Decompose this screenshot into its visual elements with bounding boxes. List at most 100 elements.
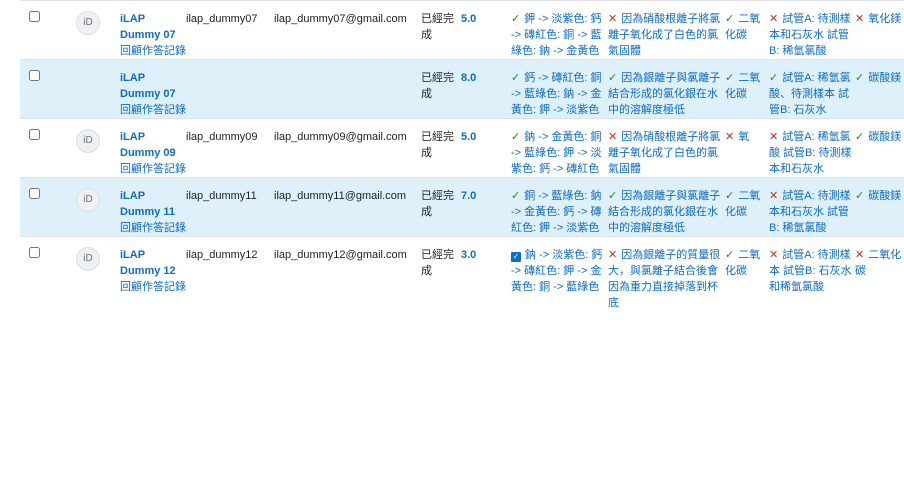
- response-link[interactable]: ✓ 鉀 -> 淡紫色: 鈣 -> 磚紅色: 銅 -> 藍綠色: 鈉 -> 金黃色: [511, 11, 604, 59]
- grade-link[interactable]: 3.0: [461, 249, 476, 261]
- response-text: 鈣 -> 磚紅色: 銅 -> 藍綠色: 鈉 -> 金黃色: 鉀 -> 淡紫色: [511, 72, 602, 116]
- response-link[interactable]: ✕ 因為銀離子的質量很大，與氯離子結合後會因為重力直接掉落到杯底: [608, 247, 721, 311]
- row-select-checkbox[interactable]: [29, 70, 40, 81]
- response-link[interactable]: ✕ 試管A: 待測樣本和石灰水 試管B: 稀氫氯酸: [769, 188, 855, 236]
- response-link[interactable]: ✕ 氧: [725, 129, 769, 145]
- check-icon: ✓: [725, 190, 735, 202]
- response-link[interactable]: ✕ 試管A: 稀氫氯酸 試管B: 待測樣本和石灰水: [769, 129, 855, 177]
- name-cell: iLAP Dummy 07 回顧作答記錄: [120, 59, 186, 119]
- row-select-checkbox[interactable]: [29, 188, 40, 199]
- avatar-cell: [64, 59, 120, 119]
- row-select-checkbox[interactable]: [29, 247, 40, 258]
- response-4-cell: ✕ 試管A: 待測樣本 試管B: 石灰水和稀氫氯酸: [769, 237, 855, 312]
- response-3-cell: ✓ 二氧化碳: [725, 177, 769, 237]
- responses-table-body: iD iLAP Dummy 07 回顧作答記錄 ilap_dummy07 ila…: [20, 0, 904, 312]
- checkbox-checked-icon: ✓: [511, 252, 521, 262]
- response-2-cell: ✓ 因為銀離子與氯離子 結合形成的氯化銀在水中的溶解度極低: [608, 177, 725, 237]
- response-link[interactable]: ✓ 銅 -> 藍綠色: 鈉 -> 金黃色: 鈣 -> 磚紅色: 鉀 -> 淡紫色: [511, 188, 604, 236]
- response-text: 碳酸鎂: [868, 72, 902, 84]
- email-cell: ilap_dummy12@gmail.com: [274, 249, 407, 261]
- response-link[interactable]: ✓ 鈉 -> 金黃色: 銅 -> 藍綠色: 鉀 -> 淡紫色: 鈣 -> 磚紅色: [511, 129, 604, 177]
- check-icon: ✓: [855, 131, 865, 143]
- cross-icon: ✕: [855, 13, 865, 25]
- user-name-link[interactable]: iLAP Dummy 12: [120, 247, 186, 279]
- check-icon: ✓: [511, 72, 521, 84]
- response-1-cell: ✓ 銅 -> 藍綠色: 鈉 -> 金黃色: 鈣 -> 磚紅色: 鉀 -> 淡紫色: [511, 177, 608, 237]
- response-link[interactable]: ✓ 因為銀離子與氯離子 結合形成的氯化銀在水中的溶解度極低: [608, 188, 721, 236]
- review-attempt-link[interactable]: 回顧作答記錄: [120, 43, 186, 59]
- select-cell: [20, 119, 64, 178]
- response-link[interactable]: ✓ 鈉 -> 淡紫色: 鈣 -> 磚紅色: 鉀 -> 金黃色: 銅 -> 藍綠色: [511, 247, 604, 295]
- state-cell: 已經完成: [421, 131, 454, 159]
- response-link[interactable]: ✓ 鈣 -> 磚紅色: 銅 -> 藍綠色: 鈉 -> 金黃色: 鉀 -> 淡紫色: [511, 70, 604, 118]
- table-row: iD iLAP Dummy 12 回顧作答記錄 ilap_dummy12 ila…: [20, 236, 904, 312]
- grade-link[interactable]: 5.0: [461, 131, 476, 143]
- response-link[interactable]: ✕ 試管A: 待測樣本和石灰水 試管B: 稀氫氯酸: [769, 11, 855, 59]
- grade-link[interactable]: 8.0: [461, 72, 476, 84]
- response-text: 試管A: 稀氫氯酸 試管B: 待測樣本和石灰水: [769, 131, 852, 175]
- user-name-link[interactable]: iLAP Dummy 09: [120, 129, 186, 161]
- response-link[interactable]: ✕ 試管A: 待測樣本 試管B: 石灰水和稀氫氯酸: [769, 247, 855, 295]
- avatar[interactable]: iD: [76, 247, 100, 271]
- response-4-cell: ✓ 試管A: 稀氫氯酸、待測樣本 試管B: 石灰水: [769, 59, 855, 119]
- table-row: iD iLAP Dummy 11 回顧作答記錄 ilap_dummy11 ila…: [20, 177, 904, 237]
- row-select-checkbox[interactable]: [29, 129, 40, 140]
- response-link[interactable]: ✓ 二氧化碳: [725, 11, 769, 43]
- response-2-cell: ✕ 因為硝酸根離子將氯離子氧化成了白色的氯氣固體: [608, 1, 725, 60]
- response-text: 碳酸鎂: [868, 190, 902, 202]
- avatar-cell: iD: [64, 177, 120, 237]
- grade-link[interactable]: 7.0: [461, 190, 476, 202]
- check-icon: ✓: [725, 249, 735, 261]
- avatar[interactable]: iD: [76, 11, 100, 35]
- avatar[interactable]: iD: [76, 188, 100, 212]
- name-cell: iLAP Dummy 09 回顧作答記錄: [120, 119, 186, 178]
- response-text: 鉀 -> 淡紫色: 鈣 -> 磚紅色: 銅 -> 藍綠色: 鈉 -> 金黃色: [511, 13, 602, 57]
- state-cell: 已經完成: [421, 13, 454, 41]
- select-cell: [20, 237, 64, 312]
- response-4-cell: ✕ 試管A: 稀氫氯酸 試管B: 待測樣本和石灰水: [769, 119, 855, 178]
- response-4-cell: ✕ 試管A: 待測樣本和石灰水 試管B: 稀氫氯酸: [769, 1, 855, 60]
- review-attempt-link[interactable]: 回顧作答記錄: [120, 102, 186, 118]
- response-4-cell: ✕ 試管A: 待測樣本和石灰水 試管B: 稀氫氯酸: [769, 177, 855, 237]
- name-cell: iLAP Dummy 11 回顧作答記錄: [120, 177, 186, 237]
- username-cell: [186, 59, 274, 119]
- response-text: 試管A: 待測樣本 試管B: 石灰水和稀氫氯酸: [769, 249, 852, 293]
- user-name-link[interactable]: iLAP Dummy 11: [120, 188, 186, 220]
- name-cell: iLAP Dummy 12 回顧作答記錄: [120, 237, 186, 312]
- response-1-cell: ✓ 鈣 -> 磚紅色: 銅 -> 藍綠色: 鈉 -> 金黃色: 鉀 -> 淡紫色: [511, 59, 608, 119]
- response-link[interactable]: ✕ 二氧化碳: [855, 247, 904, 279]
- user-name-link[interactable]: iLAP Dummy 07: [120, 11, 186, 43]
- response-link[interactable]: ✓ 二氧化碳: [725, 70, 769, 102]
- grade-link[interactable]: 5.0: [461, 13, 476, 25]
- response-link[interactable]: ✓ 試管A: 稀氫氯酸、待測樣本 試管B: 石灰水: [769, 70, 855, 118]
- response-1-cell: ✓ 鉀 -> 淡紫色: 鈣 -> 磚紅色: 銅 -> 藍綠色: 鈉 -> 金黃色: [511, 1, 608, 60]
- response-link[interactable]: ✓ 二氧化碳: [725, 247, 769, 279]
- response-link[interactable]: ✕ 氧化鎂: [855, 11, 904, 27]
- response-link[interactable]: ✓ 碳酸鎂: [855, 70, 904, 86]
- response-link[interactable]: ✓ 二氧化碳: [725, 188, 769, 220]
- response-text: 因為硝酸根離子將氯離子氧化成了白色的氯氣固體: [608, 13, 721, 57]
- email-cell: ilap_dummy11@gmail.com: [274, 177, 421, 237]
- response-2-cell: ✕ 因為硝酸根離子將氯離子氧化成了白色的氯氣固體: [608, 119, 725, 178]
- response-text: 鈉 -> 金黃色: 銅 -> 藍綠色: 鉀 -> 淡紫色: 鈣 -> 磚紅色: [511, 131, 602, 175]
- response-link[interactable]: ✓ 碳酸鎂: [855, 129, 904, 145]
- review-attempt-link[interactable]: 回顧作答記錄: [120, 220, 186, 236]
- cross-icon: ✕: [608, 131, 618, 143]
- response-5-cell: ✕ 氧化鎂: [855, 1, 904, 60]
- avatar[interactable]: iD: [76, 129, 100, 153]
- review-attempt-link[interactable]: 回顧作答記錄: [120, 279, 186, 295]
- response-link[interactable]: ✕ 因為硝酸根離子將氯離子氧化成了白色的氯氣固體: [608, 129, 721, 177]
- user-name-link[interactable]: iLAP Dummy 07: [120, 70, 186, 102]
- response-5-cell: ✓ 碳酸鎂: [855, 119, 904, 178]
- response-3-cell: ✕ 氧: [725, 119, 769, 178]
- response-5-cell: ✓ 碳酸鎂: [855, 59, 904, 119]
- username-cell: ilap_dummy12: [186, 249, 258, 261]
- cross-icon: ✕: [769, 131, 779, 143]
- check-icon: ✓: [855, 72, 865, 84]
- row-select-checkbox[interactable]: [29, 11, 40, 22]
- review-attempt-link[interactable]: 回顧作答記錄: [120, 161, 186, 177]
- response-link[interactable]: ✕ 因為硝酸根離子將氯離子氧化成了白色的氯氣固體: [608, 11, 721, 59]
- response-link[interactable]: ✓ 因為銀離子與氯離子 結合形成的氯化銀在水中的溶解度極低: [608, 70, 721, 118]
- response-link[interactable]: ✓ 碳酸鎂: [855, 188, 904, 204]
- check-icon: ✓: [855, 190, 865, 202]
